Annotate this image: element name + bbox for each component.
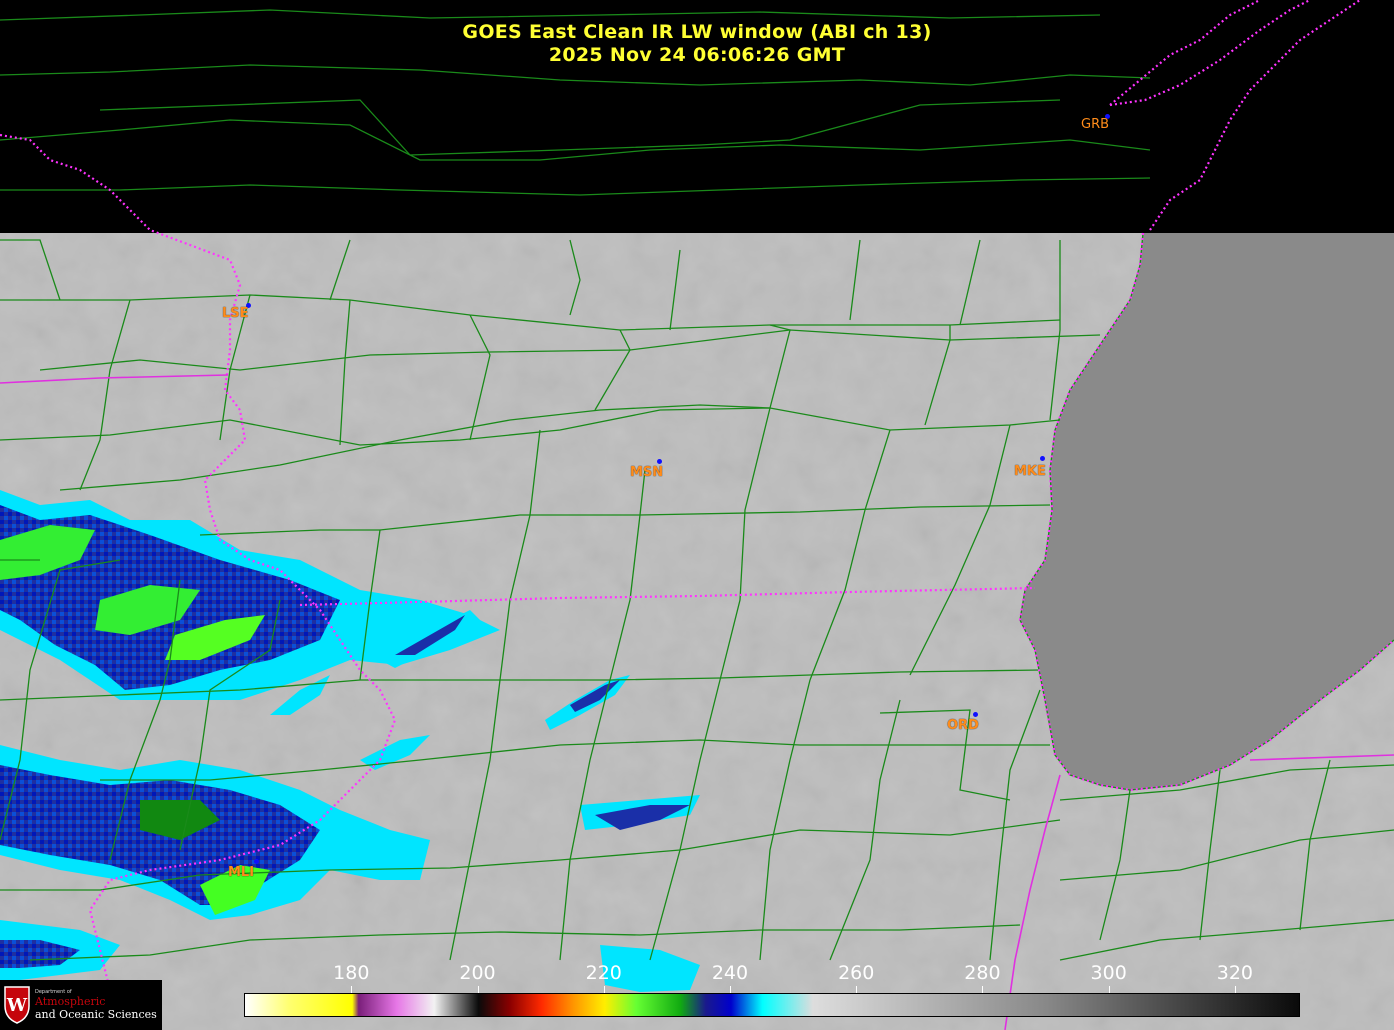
station-marker-mke xyxy=(1040,456,1045,461)
colorbar-tick-mark xyxy=(856,986,858,993)
satellite-map xyxy=(0,0,1394,1030)
colorbar-tick-label: 220 xyxy=(585,962,622,984)
station-label-lse: LSE xyxy=(222,306,249,321)
station-label-ord: ORD xyxy=(947,718,979,733)
colorbar-tick-mark xyxy=(1234,986,1236,993)
station-label-mke: MKE xyxy=(1014,464,1046,479)
aos-logo: W Department of Atmospheric and Oceanic … xyxy=(0,980,162,1030)
colorbar-tick-label: 260 xyxy=(838,962,875,984)
station-marker-mli xyxy=(254,859,259,864)
colorbar-tick-mark xyxy=(729,986,731,993)
colorbar-tick-mark xyxy=(982,986,984,993)
logo-text-line1: Atmospheric xyxy=(35,995,106,1008)
colorbar-tick-label: 240 xyxy=(711,962,749,984)
colorbar-tick-label: 200 xyxy=(459,962,496,984)
station-label-msn: MSN xyxy=(630,465,664,480)
station-label-mli: MLI xyxy=(228,865,255,880)
station-label-grb: GRB xyxy=(1081,117,1110,132)
uw-crest-icon: W xyxy=(4,986,30,1024)
logo-text-line2: and Oceanic Sciences xyxy=(35,1008,157,1021)
image-title: GOES East Clean IR LW window (ABI ch 13) xyxy=(462,21,932,43)
station-marker-msn xyxy=(657,459,662,464)
temperature-colorbar xyxy=(244,993,1300,1017)
colorbar-tick-mark xyxy=(1108,986,1110,993)
colorbar-tick-mark xyxy=(351,986,353,993)
colorbar-tick-label: 180 xyxy=(333,962,370,984)
colorbar-tick-mark xyxy=(603,986,605,993)
satellite-image-viewer: GOES East Clean IR LW window (ABI ch 13)… xyxy=(0,0,1394,1030)
colorbar-tick-label: 320 xyxy=(1216,962,1254,984)
colorbar-tick-label: 280 xyxy=(964,962,1001,984)
station-marker-ord xyxy=(973,712,978,717)
svg-text:W: W xyxy=(6,995,28,1016)
colorbar-tick-mark xyxy=(477,986,479,993)
image-timestamp: 2025 Nov 24 06:06:26 GMT xyxy=(548,44,846,66)
colorbar-tick-label: 300 xyxy=(1090,962,1127,984)
